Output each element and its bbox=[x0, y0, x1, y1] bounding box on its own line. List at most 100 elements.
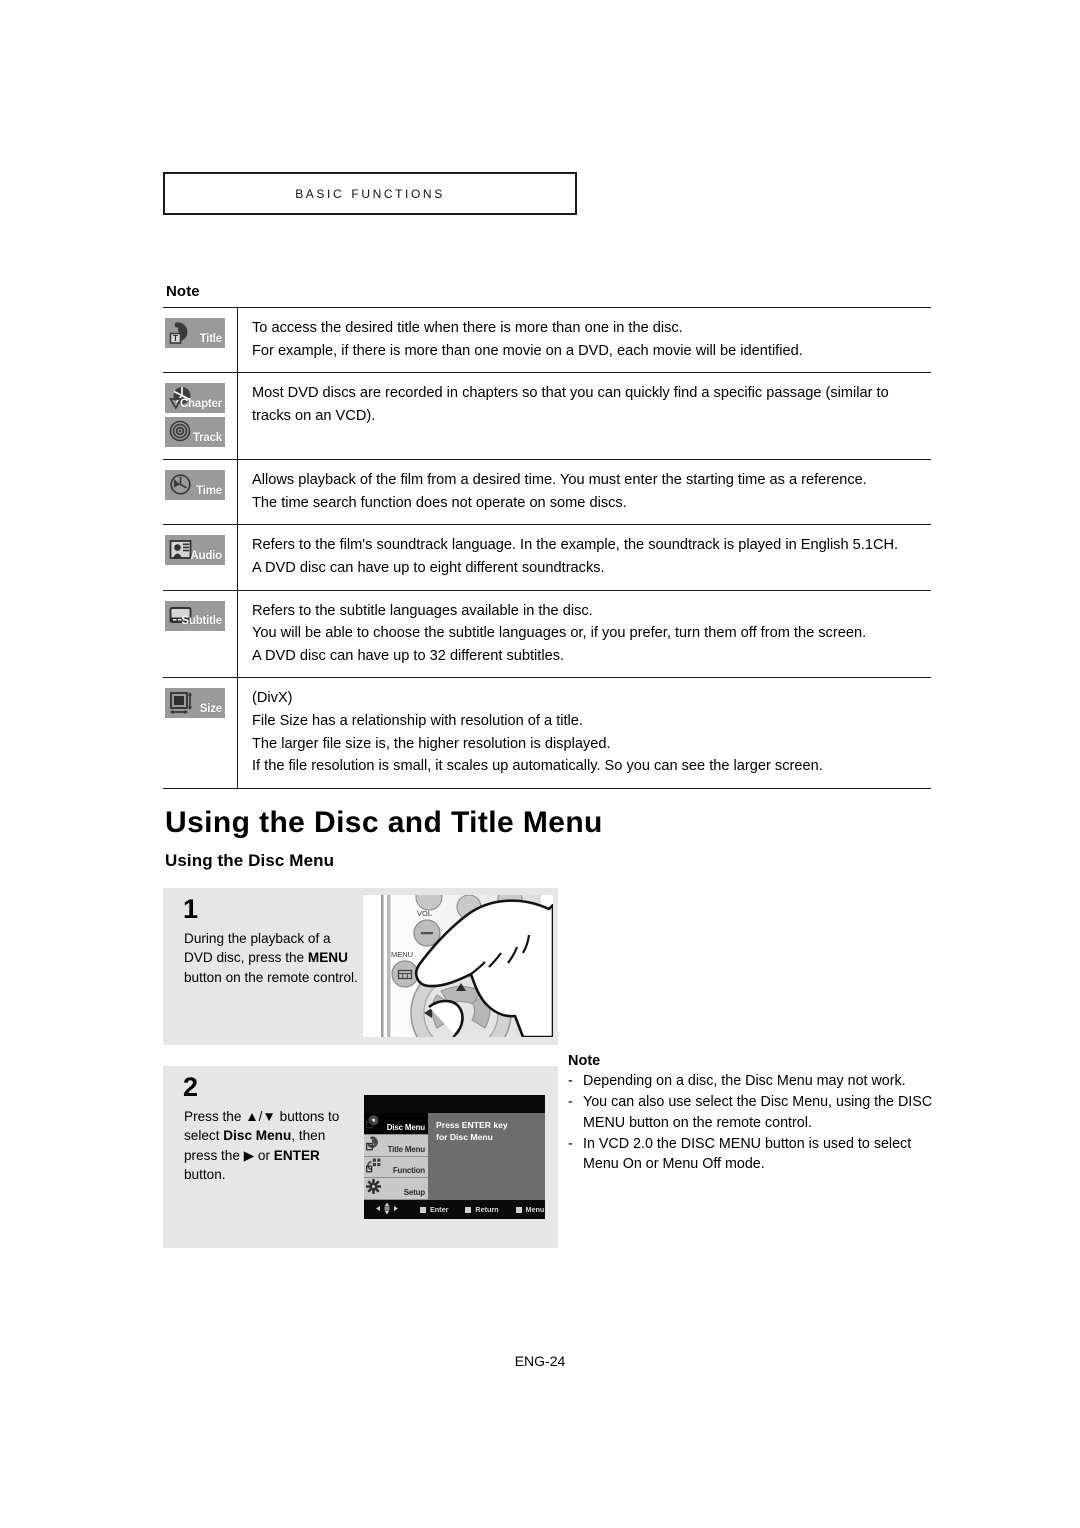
size-icon-glyph bbox=[169, 691, 193, 715]
key-square-icon bbox=[515, 1206, 522, 1213]
osd-hint-enter: Enter bbox=[420, 1205, 448, 1214]
badge-label: Subtitle bbox=[181, 615, 222, 628]
note-right-title: Note bbox=[568, 1053, 601, 1069]
time-icon: Time bbox=[165, 470, 225, 501]
disc-icon bbox=[366, 1114, 381, 1129]
note-item-text: In VCD 2.0 the DISC MENU button is used … bbox=[583, 1135, 912, 1173]
icon-description-table: T Title To access the desired title when t… bbox=[163, 307, 931, 789]
description-line: A DVD disc can have up to eight differen… bbox=[252, 560, 605, 577]
osd-bottom-bar: Enter Return Menu bbox=[364, 1200, 545, 1219]
osd-item-label: Setup bbox=[403, 1188, 425, 1197]
audio-icon: Audio bbox=[165, 535, 225, 566]
badge-label: Time bbox=[196, 484, 222, 497]
description-cell: Most DVD discs are recorded in chapters … bbox=[238, 373, 932, 460]
osd-hint-return: Return bbox=[465, 1205, 499, 1214]
track-icon-glyph bbox=[169, 420, 193, 444]
description-cell: To access the desired title when there i… bbox=[238, 308, 932, 373]
description-line: For example, if there is more than one m… bbox=[252, 342, 803, 359]
description-cell: Refers to the subtitle languages availab… bbox=[238, 590, 932, 678]
remote-menu-label: MENU bbox=[391, 950, 413, 959]
table-row: Chapter Track Most DVD discs are recorded … bbox=[163, 372, 932, 460]
key-square-icon bbox=[420, 1206, 426, 1213]
description-line: tracks on an VCD). bbox=[252, 407, 376, 424]
note-right-block: Note - Depending on a disc, the Disc Menu… bbox=[568, 1053, 938, 1175]
badge-label: Track bbox=[192, 431, 222, 444]
table-row: Size (DivX) File Size has a relationship w… bbox=[163, 677, 932, 789]
osd-body: Disc Menu Title Menu Function Setup Press E… bbox=[364, 1113, 545, 1200]
osd-item-function[interactable]: Function bbox=[364, 1156, 428, 1179]
badge-label: Size bbox=[199, 702, 222, 715]
note-item-text: You can also use select the Disc Menu, u… bbox=[583, 1094, 933, 1131]
time-icon-glyph bbox=[169, 473, 193, 497]
icon-cell: Chapter Track bbox=[163, 372, 238, 460]
osd-sidebar: Disc Menu Title Menu Function Setup bbox=[364, 1113, 428, 1200]
description-line: If the file resolution is small, it scal… bbox=[252, 758, 823, 775]
note-list-item: - You can also use select the Disc Menu, … bbox=[568, 1092, 938, 1133]
step-text-1: During the playback of a DVD disc, press… bbox=[184, 931, 358, 985]
step-panel-2: 2 Press the ▲/▼ buttons to select Disc M… bbox=[163, 1066, 558, 1248]
osd-hint-return-label: Return bbox=[475, 1205, 499, 1214]
dpad-icon bbox=[374, 1202, 400, 1217]
subtitle-icon: Subtitle bbox=[165, 600, 225, 631]
table-row: Subtitle Refers to the subtitle languages… bbox=[163, 590, 931, 678]
table-row: Audio Refers to the film's soundtrack lan… bbox=[163, 524, 932, 591]
function-icon bbox=[366, 1158, 381, 1173]
title-menu-icon bbox=[366, 1136, 381, 1151]
note-bullet-dash: - bbox=[568, 1073, 573, 1089]
description-line: The time search function does not operat… bbox=[252, 494, 627, 511]
badge-label: Chapter bbox=[179, 397, 222, 410]
description-cell: Allows playback of the film from a desir… bbox=[238, 460, 932, 525]
step-number-2: 2 bbox=[183, 1072, 199, 1102]
osd-content-line-1: Press ENTER key bbox=[436, 1120, 508, 1130]
osd-item-disc-menu[interactable]: Disc Menu bbox=[364, 1113, 428, 1135]
osd-content-line-2: for Disc Menu bbox=[436, 1131, 493, 1142]
osd-screen-illustration: Disc Menu Title Menu Function Setup Press E… bbox=[364, 1095, 545, 1219]
chapter-icon: Chapter bbox=[165, 383, 225, 414]
title-icon-glyph: T bbox=[169, 321, 193, 345]
icon-cell: T Title bbox=[163, 307, 238, 373]
table-row: T Title To access the desired title when t… bbox=[163, 307, 932, 373]
description-line: Refers to the subtitle languages availab… bbox=[252, 602, 593, 619]
icon-cell: Time bbox=[163, 459, 238, 525]
osd-hint-menu-label: Menu bbox=[525, 1205, 545, 1214]
remote-vol-label: VOL bbox=[417, 909, 432, 918]
description-line: You will be able to choose the subtitle … bbox=[252, 625, 867, 642]
icon-cell: Subtitle bbox=[163, 590, 238, 678]
note-bullet-dash: - bbox=[568, 1135, 573, 1152]
osd-hint-enter-label: Enter bbox=[430, 1205, 449, 1214]
osd-item-label: Title Menu bbox=[387, 1144, 426, 1154]
note-bullet-dash: - bbox=[568, 1094, 573, 1111]
osd-item-label: Function bbox=[392, 1166, 425, 1176]
title-icon: T Title bbox=[165, 318, 225, 348]
description-line: To access the desired title when there i… bbox=[252, 320, 683, 336]
page-title: Using the Disc and Title Menu bbox=[165, 806, 603, 839]
chapter-header-title: Basic Functions bbox=[295, 184, 445, 202]
osd-content-area: Press ENTER key for Disc Menu bbox=[428, 1113, 545, 1200]
section-subtitle: Using the Disc Menu bbox=[165, 851, 335, 870]
step-number-1: 1 bbox=[183, 894, 199, 924]
badge-label: Title bbox=[199, 332, 223, 345]
description-cell: Refers to the film's soundtrack language… bbox=[238, 525, 932, 590]
page-footer: ENG-24 bbox=[514, 1353, 566, 1369]
osd-item-label: Disc Menu bbox=[386, 1122, 425, 1132]
table-row: Time Allows playback of the film from a d… bbox=[163, 459, 932, 525]
description-line: (DivX) bbox=[252, 690, 293, 707]
osd-top-bar bbox=[364, 1095, 545, 1113]
description-line: Allows playback of the film from a desir… bbox=[252, 472, 867, 489]
osd-hint-menu: Menu bbox=[515, 1205, 545, 1214]
chapter-header-box: Basic Functions bbox=[163, 172, 577, 215]
key-square-icon bbox=[465, 1206, 472, 1213]
gear-icon bbox=[366, 1179, 381, 1195]
description-line: A DVD disc can have up to 32 different s… bbox=[252, 647, 565, 664]
icon-cell: Audio bbox=[163, 524, 238, 591]
osd-item-title-menu[interactable]: Title Menu bbox=[364, 1134, 428, 1157]
description-line: File Size has a relationship with resolu… bbox=[252, 713, 583, 730]
description-cell: (DivX) File Size has a relationship with … bbox=[238, 678, 932, 788]
note-list-item: - In VCD 2.0 the DISC MENU button is used… bbox=[568, 1134, 938, 1175]
badge-label: Audio bbox=[190, 549, 222, 562]
remote-control-illustration: VOL MENU bbox=[363, 895, 553, 1037]
osd-item-setup[interactable]: Setup bbox=[364, 1178, 428, 1200]
note-label: Note bbox=[166, 283, 200, 300]
description-line: Most DVD discs are recorded in chapters … bbox=[252, 385, 889, 402]
svg-text:T: T bbox=[173, 334, 178, 343]
